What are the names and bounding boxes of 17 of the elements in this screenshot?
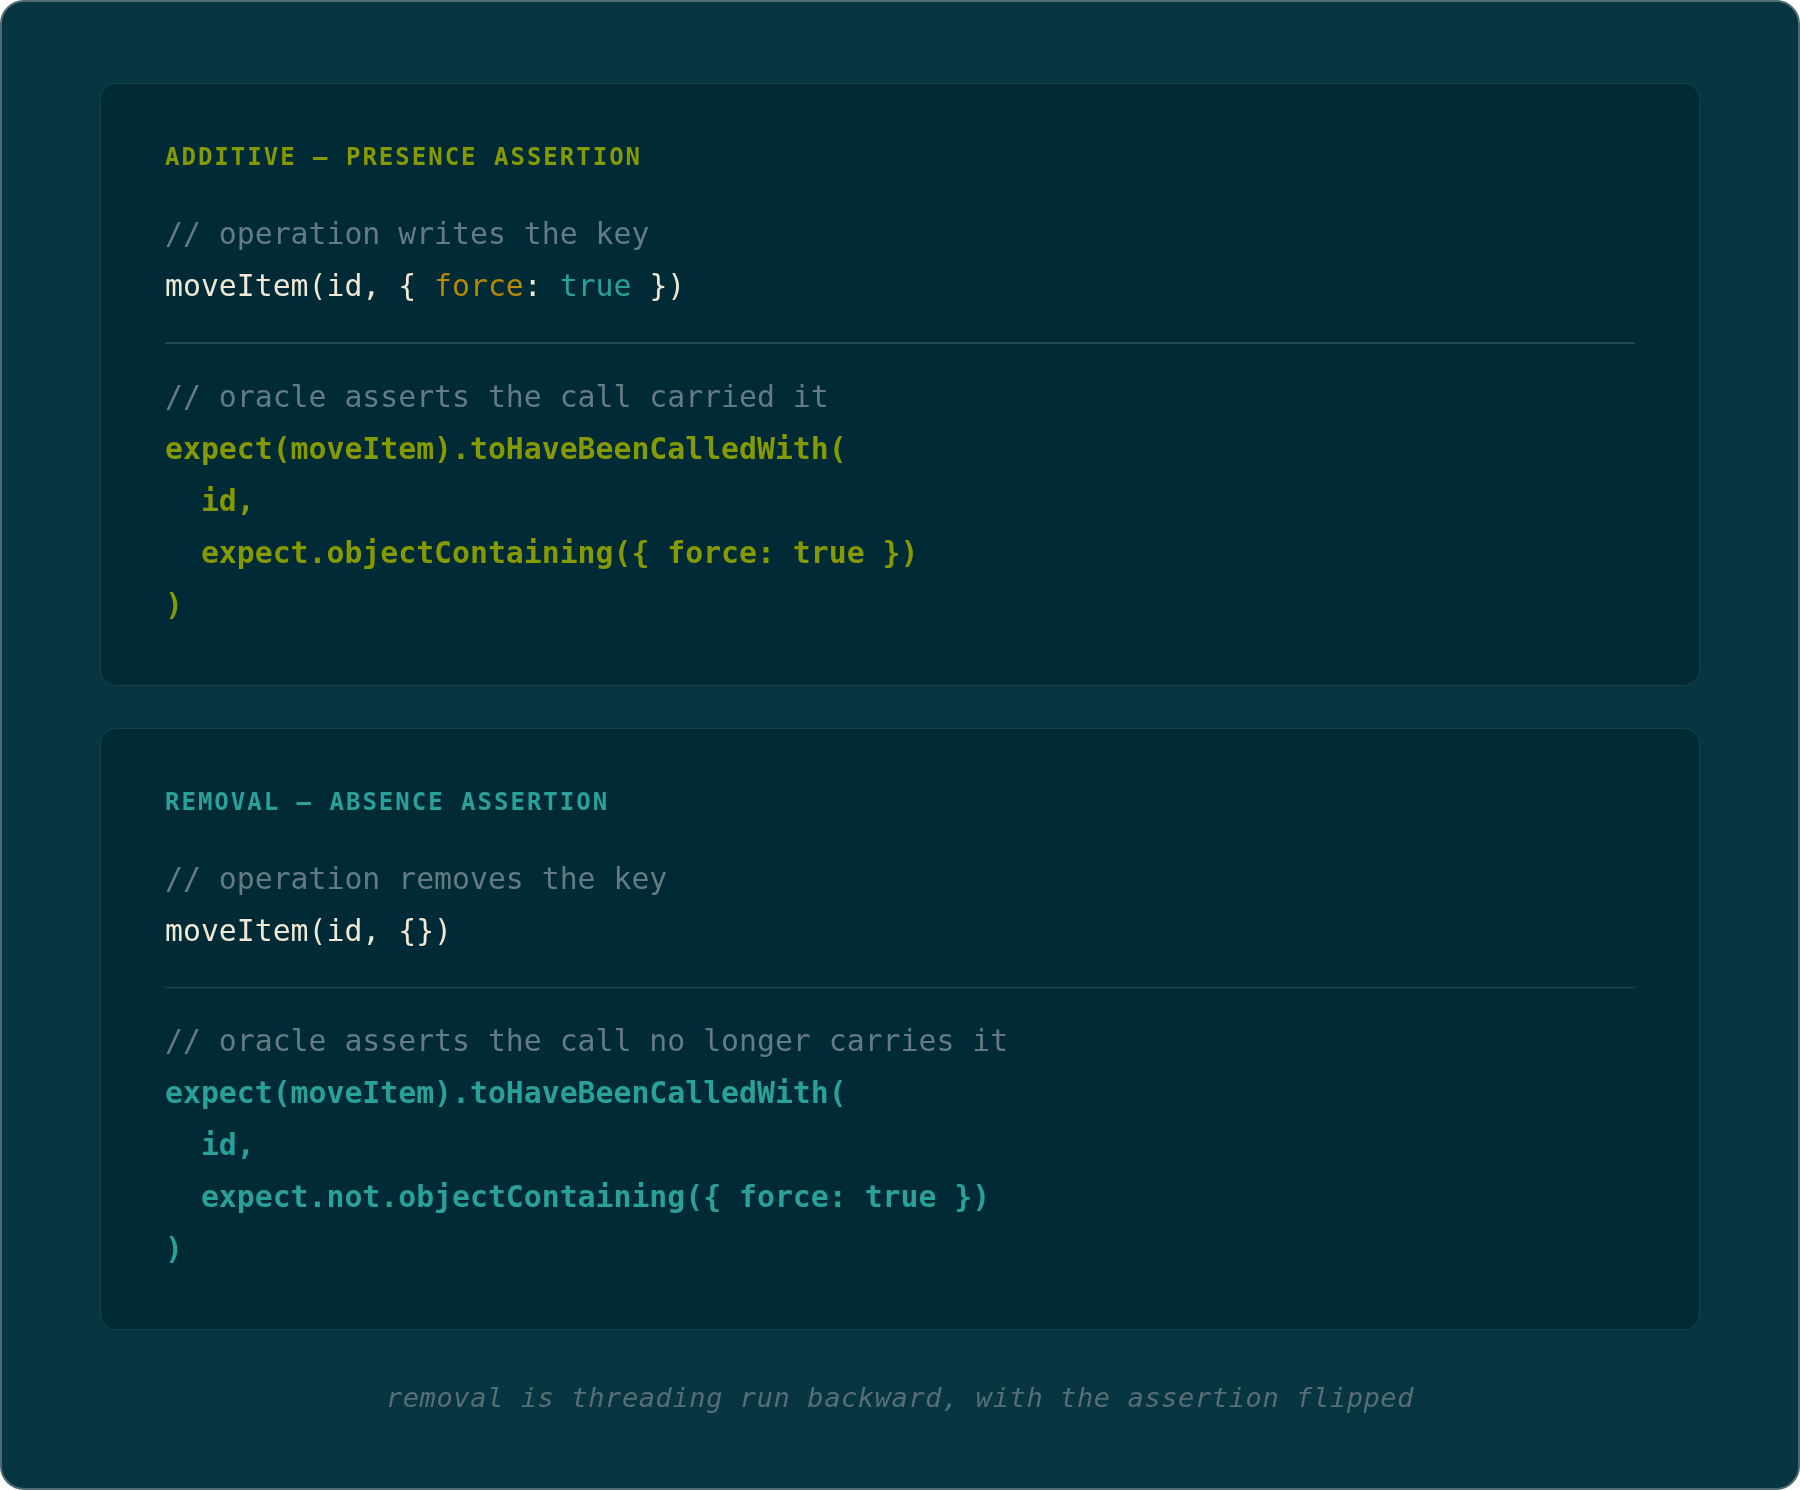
caption: removal is threading run backward, with the assertion flipped bbox=[385, 1381, 1415, 1415]
code-line: ) bbox=[165, 585, 183, 624]
card-heading: ADDITIVE — PRESENCE ASSERTION bbox=[165, 142, 643, 173]
code-line: expect.objectContaining({ force: true }) bbox=[200, 533, 919, 572]
code-comment: // oracle asserts the call carried it bbox=[165, 377, 829, 416]
card-heading: REMOVAL — ABSENCE ASSERTION bbox=[165, 786, 610, 818]
code-comment: // oracle asserts the call no longer carries it bbox=[165, 1022, 1009, 1060]
code-line: id, bbox=[200, 481, 255, 520]
code-comment: // operation writes the key bbox=[165, 215, 650, 253]
code-line: ) bbox=[165, 1230, 183, 1268]
code-line: moveItem(id, { force: true }) bbox=[165, 267, 686, 305]
code-line: expect(moveItem).toHaveBeenCalledWith( bbox=[165, 1074, 847, 1112]
code-line: expect(moveItem).toHaveBeenCalledWith( bbox=[165, 429, 847, 468]
code-comment: // operation removes the key bbox=[165, 859, 668, 898]
code-line: expect.not.objectContaining({ force: true }) bbox=[200, 1178, 991, 1216]
code-line: moveItem(id, {}) bbox=[165, 911, 453, 950]
code-line: id, bbox=[200, 1126, 255, 1164]
